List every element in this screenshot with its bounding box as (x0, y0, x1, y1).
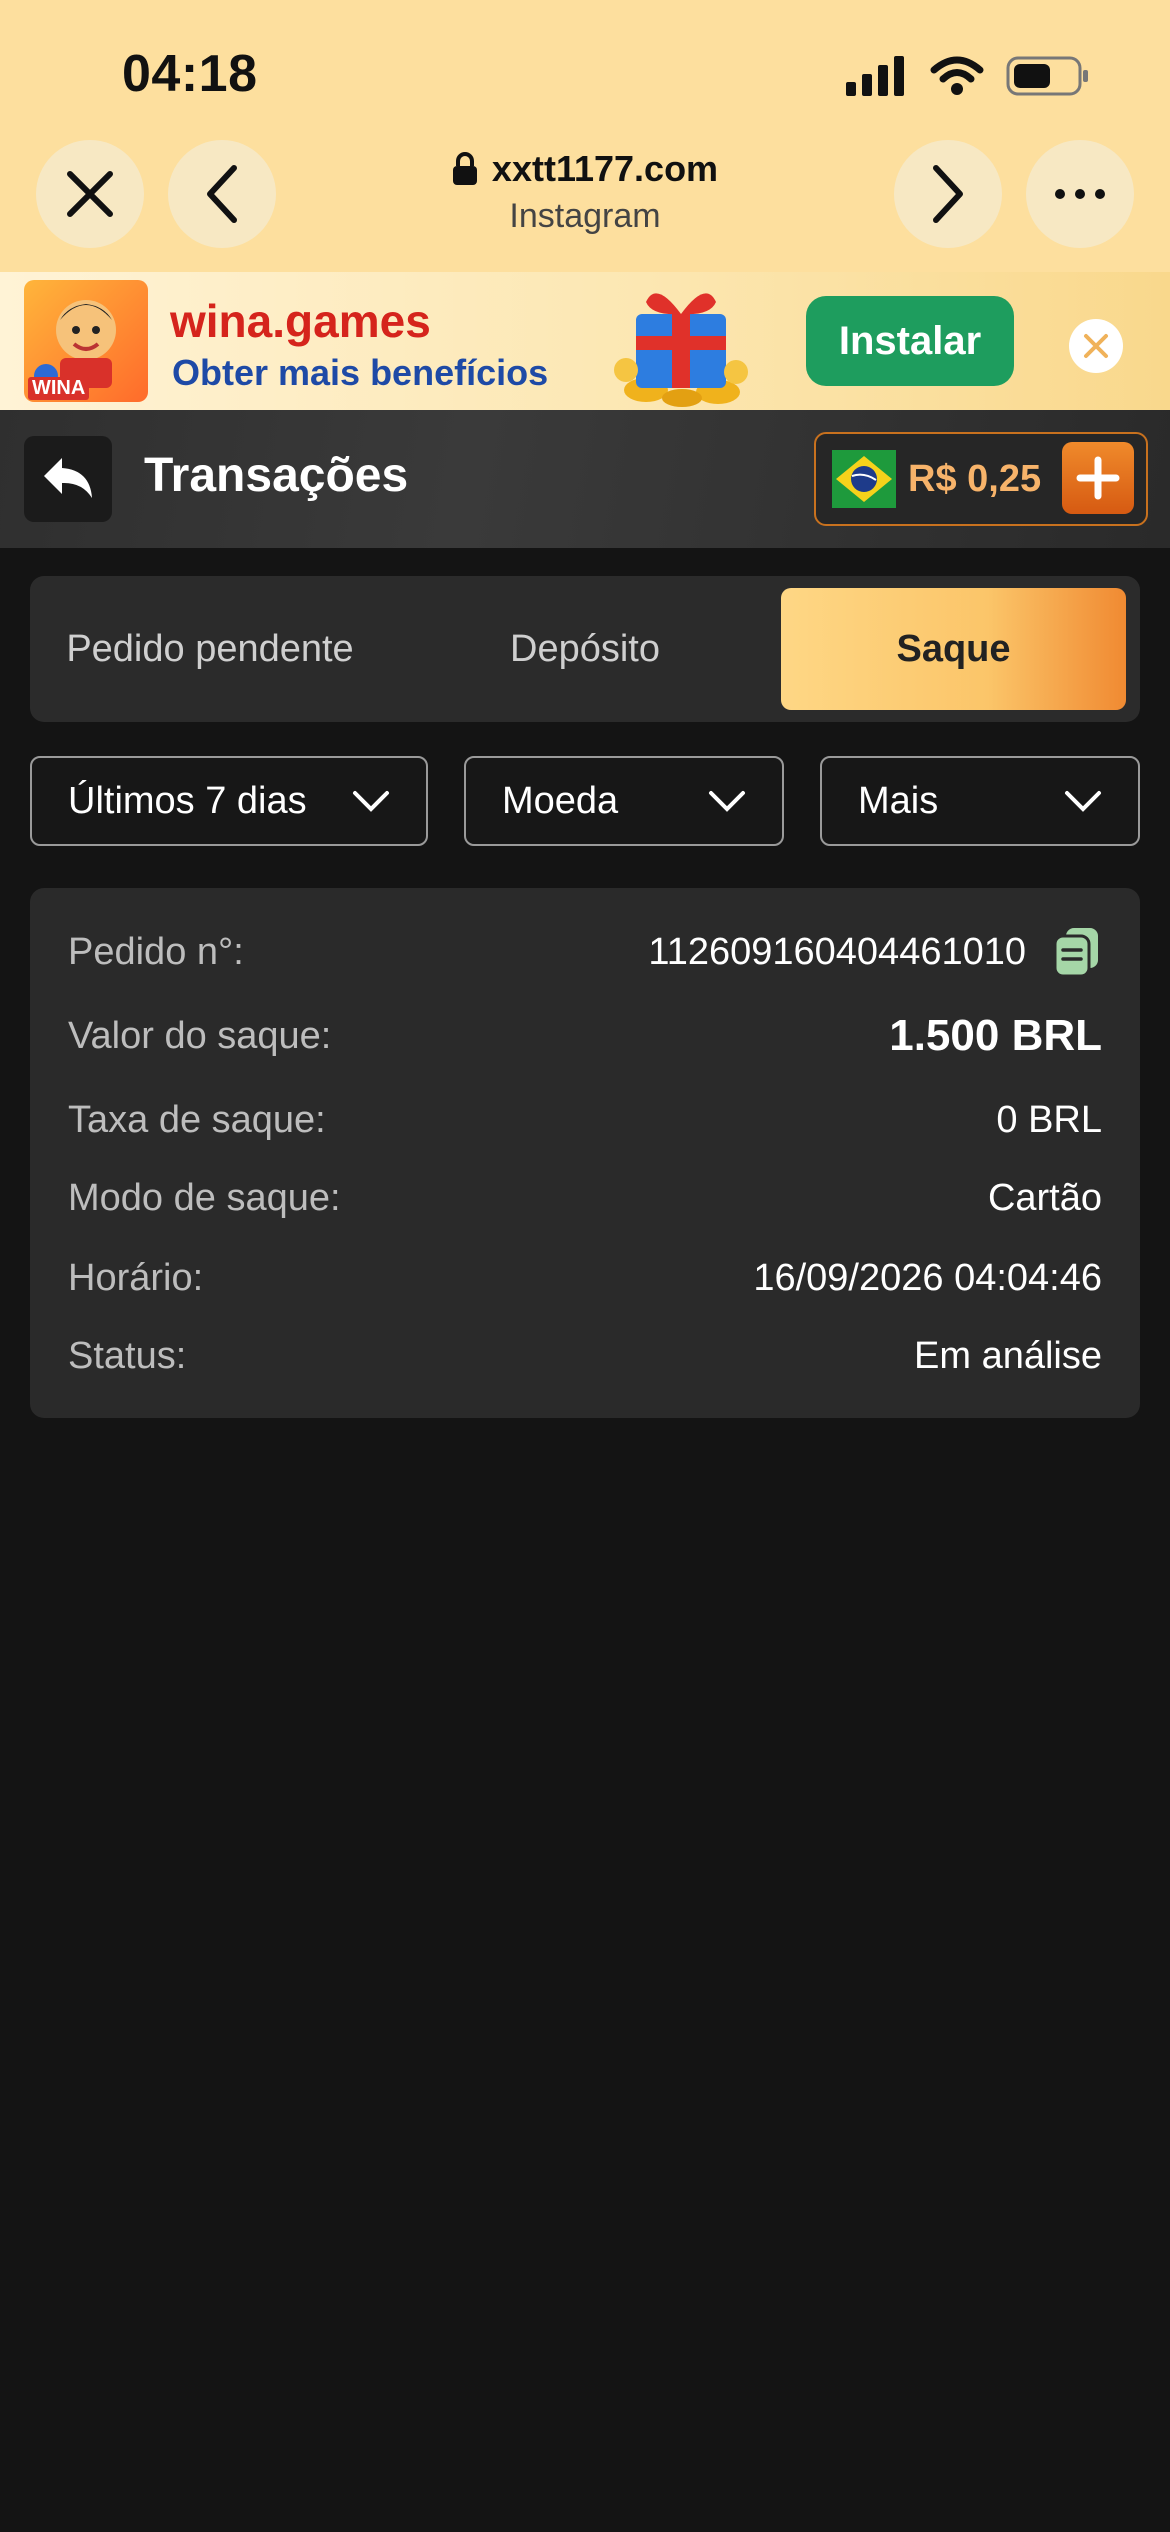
status-row: Status: Em análise (68, 1326, 1102, 1386)
status-value: Em análise (914, 1334, 1102, 1377)
url-domain: xxtt1177.com (491, 148, 719, 189)
status-icons (846, 56, 1090, 96)
chevron-down-icon (353, 791, 389, 812)
deposit-add-button[interactable] (1062, 442, 1134, 514)
order-number-label: Pedido n°: (68, 930, 244, 973)
time-value: 16/09/2026 04:04:46 (753, 1256, 1102, 1299)
balance-amount: R$ 0,25 (908, 458, 1042, 500)
close-circle-icon (1069, 319, 1123, 373)
time-label: Horário: (68, 1256, 204, 1299)
chevron-down-icon (709, 791, 745, 812)
time-row: Horário: 16/09/2026 04:04:46 (68, 1248, 1102, 1308)
withdrawal-amount-row: Valor do saque: 1.500 BRL (68, 1006, 1102, 1066)
status-time: 04:18 (122, 45, 258, 103)
browser-forward-button[interactable] (894, 140, 1002, 248)
reply-arrow-icon (44, 458, 92, 498)
browser-chrome: 04:18 xxtt1177.com Instagram (0, 0, 1170, 272)
copy-icon[interactable] (1052, 926, 1102, 978)
banner-subtitle: Obter mais benefícios (172, 352, 549, 393)
period-filter[interactable]: Últimos 7 dias (30, 756, 428, 846)
transaction-tabs: Pedido pendente Depósito Saque (30, 576, 1140, 722)
back-button[interactable] (24, 436, 112, 522)
app-logo: WINA (24, 280, 148, 402)
promo-banner[interactable]: WINA wina.games Obter mais benefícios In… (0, 272, 1170, 410)
balance-widget[interactable]: R$ 0,25 (814, 432, 1148, 526)
tab-withdrawal[interactable]: Saque (781, 588, 1126, 710)
chevron-down-icon (1065, 791, 1101, 812)
page-title: Transações (144, 449, 409, 502)
browser-more-button[interactable] (1026, 140, 1134, 248)
battery-icon (1006, 56, 1088, 96)
currency-filter[interactable]: Moeda (464, 756, 784, 846)
withdrawal-mode-value: Cartão (987, 1176, 1102, 1219)
more-filter[interactable]: Mais (820, 756, 1140, 846)
app-header: Transações R$ 0,25 (0, 410, 1170, 548)
gift-icon (614, 293, 748, 407)
withdrawal-fee-row: Taxa de saque: 0 BRL (68, 1090, 1102, 1150)
chevron-right-icon (933, 165, 963, 223)
install-button[interactable]: Instalar (806, 296, 1014, 386)
withdrawal-mode-row: Modo de saque: Cartão (68, 1168, 1102, 1228)
signal-icon (846, 56, 904, 96)
order-number-value: 112609160404461010 (648, 930, 1026, 973)
withdrawal-mode-label: Modo de saque: (68, 1176, 341, 1219)
more-filter-label: Mais (858, 779, 939, 822)
status-label: Status: (68, 1334, 187, 1377)
order-number-row: Pedido n°: 112609160404461010 (68, 922, 1102, 982)
currency-filter-label: Moeda (502, 779, 619, 822)
period-filter-label: Últimos 7 dias (68, 779, 307, 822)
more-dots-icon (1055, 189, 1105, 199)
banner-brand: wina.games (170, 295, 431, 347)
lock-icon (452, 152, 477, 185)
banner-close-button[interactable] (1068, 318, 1124, 379)
withdrawal-amount-label: Valor do saque: (68, 1014, 332, 1057)
wifi-icon (930, 56, 984, 95)
transaction-card: Pedido n°: 112609160404461010 Valor do s… (30, 888, 1140, 1418)
brazil-flag-icon (832, 450, 896, 508)
plus-icon (1076, 456, 1120, 500)
withdrawal-fee-value: 0 BRL (996, 1098, 1102, 1141)
logo-text: WINA (28, 377, 90, 400)
tab-deposit[interactable]: Depósito (410, 588, 760, 710)
withdrawal-amount-value: 1.500 BRL (889, 1011, 1102, 1060)
tab-pending-order[interactable]: Pedido pendente (40, 588, 380, 710)
withdrawal-fee-label: Taxa de saque: (68, 1098, 326, 1141)
